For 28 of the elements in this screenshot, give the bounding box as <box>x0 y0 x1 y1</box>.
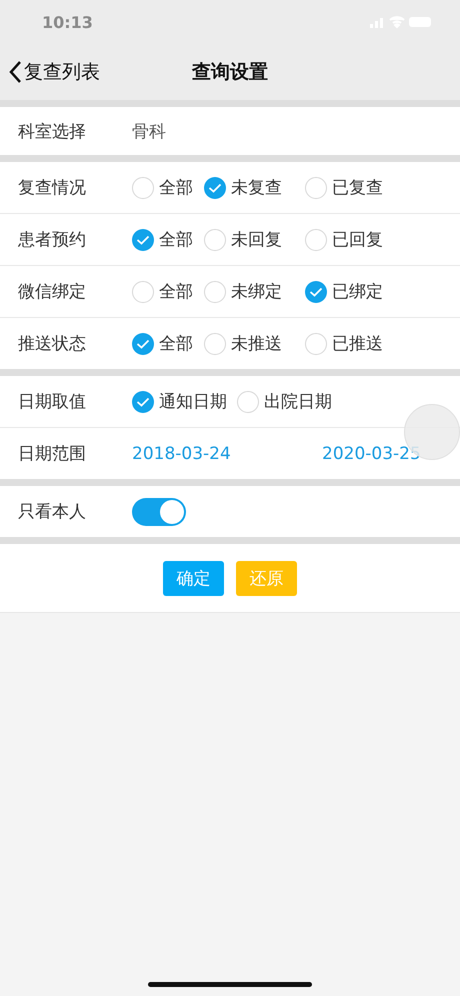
back-button[interactable]: 复查列表 <box>0 59 100 85</box>
status-time: 10:13 <box>42 12 93 32</box>
radio-option[interactable]: 已推送 <box>305 332 383 355</box>
radio-option[interactable]: 未回复 <box>204 228 305 251</box>
page-title: 查询设置 <box>192 60 268 85</box>
field-label: 只看本人 <box>18 501 87 523</box>
field-label: 患者预约 <box>18 229 87 251</box>
radio-option[interactable]: 全部 <box>132 176 204 199</box>
radio-option[interactable]: 未推送 <box>204 332 305 355</box>
radio-option[interactable]: 已复查 <box>305 176 383 199</box>
department-value[interactable]: 骨科 <box>132 120 166 142</box>
radio-option[interactable]: 全部 <box>132 228 204 251</box>
field-label: 科室选择 <box>18 120 87 142</box>
toggle-switch[interactable] <box>132 498 186 526</box>
field-label: 日期范围 <box>18 443 87 465</box>
field-label: 日期取值 <box>18 391 87 413</box>
radio-option[interactable]: 已回复 <box>305 228 383 251</box>
chevron-left-icon <box>8 60 22 84</box>
radio-option[interactable]: 通知日期 <box>132 390 237 413</box>
field-label: 推送状态 <box>18 333 87 355</box>
radio-option[interactable]: 全部 <box>132 280 204 303</box>
radio-option[interactable]: 未绑定 <box>204 280 305 303</box>
radio-option[interactable]: 出院日期 <box>237 390 338 413</box>
field-label: 复查情况 <box>18 177 87 199</box>
radio-option[interactable]: 未复查 <box>204 176 305 199</box>
radio-option[interactable]: 已绑定 <box>305 280 383 303</box>
radio-option[interactable]: 全部 <box>132 332 204 355</box>
field-label: 微信绑定 <box>18 281 87 303</box>
